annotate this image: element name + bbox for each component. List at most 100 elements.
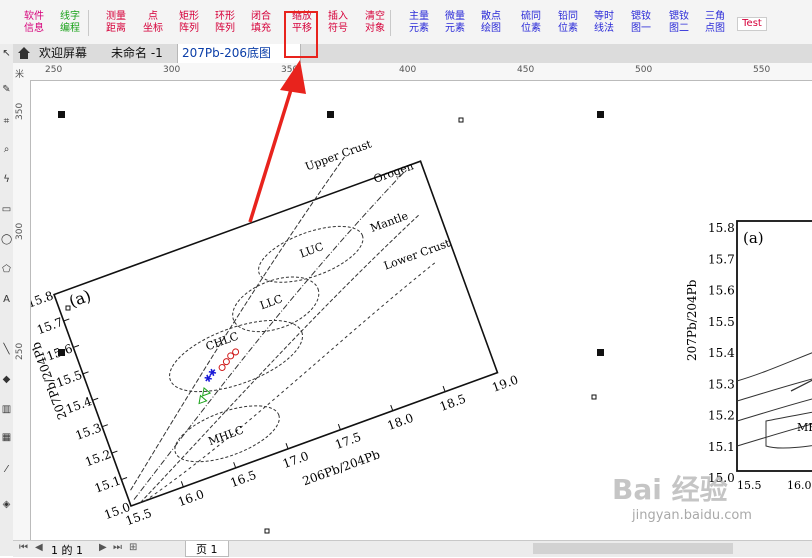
right-chart[interactable]: (a) 15.8 15.7 15.6 15.5 15.4 15.3 15.2 15.1 15.0… [669,211,812,540]
ruler-top-label: 550 [753,65,771,75]
toolbar-button-19[interactable]: Test [737,17,767,31]
y-tick-label: 15.3 [73,421,103,443]
toolbar-button-12[interactable]: 散点 绘图 [476,11,506,35]
tab-active-document[interactable]: 207Pb-206底图2.cdr [177,44,301,79]
rotation-handle-2 [458,117,464,123]
toolbar-button-5[interactable]: 环形 阵列 [210,11,240,35]
right-x-tick-1: 16.0 [787,479,812,492]
toolbox: ↖ ✎ ⌗ ⌕ ϟ ▭ ◯ ⬠ A ╲ ◆ ▥ ▦ ⁄ ◈ [0,44,14,556]
home-icon[interactable] [13,44,35,63]
toolbar-button-line1: 散点 [481,11,501,22]
toolbar-button-15[interactable]: 等时 线法 [589,11,619,35]
toolbar-button-17[interactable]: 锶钕 图二 [664,11,694,35]
toolbar-button-0[interactable]: 软件 信息 [19,11,49,35]
toolbar-button-line2: 坐标 [143,23,163,34]
toolbar-separator [88,10,89,36]
toolbar-button-line1: 主量 [409,11,429,22]
ellipse-tool-icon[interactable]: ◯ [1,234,12,245]
toolbar-button-line1: 锶钕 [669,11,689,22]
ruler-top-label: 500 [635,65,653,75]
ruler-left-label: 300 [15,222,25,240]
right-x-tick-0: 15.5 [737,479,762,492]
horizontal-ruler[interactable]: 250 300 350 400 450 500 550 米 [13,63,812,81]
crop-tool-icon[interactable]: ⌗ [1,116,12,127]
toolbar-button-line1: 等时 [594,11,614,22]
toolbar-button-line2: 元素 [445,23,465,34]
horizontal-scrollbar[interactable] [533,543,733,554]
toolbar-button-line1: 清空 [365,11,385,22]
x-tick-label: 19.0 [490,373,520,395]
toolbar-button-1[interactable]: 线字 编程 [55,11,85,35]
fill-tool-icon[interactable]: ◆ [1,374,12,385]
eyedropper-tool-icon[interactable]: ⁄ [1,464,12,475]
right-y-tick-label: 15.7 [708,252,735,266]
toolbar-button-2[interactable]: 测量 距离 [101,11,131,35]
ruler-top-label: 300 [163,65,181,75]
toolbar-separator [390,10,391,36]
right-panel-label: (a) [743,229,764,247]
freehand-tool-icon[interactable]: ϟ [1,174,12,185]
selection-handle-tl [58,111,65,118]
page-next-icon[interactable]: ▶ [99,542,107,553]
toolbar-button-11[interactable]: 微量 元素 [440,11,470,35]
toolbar-button-line2: 位素 [521,23,541,34]
selection-handle-ml [58,349,65,356]
drawing-canvas[interactable]: 15.5 16.0 16.5 17.0 17.5 18.0 18.5 19.0 15.0 15.… [31,81,812,540]
toolbar-button-9[interactable]: 清空 对象 [360,11,390,35]
dimension-tool-icon[interactable]: ╲ [1,344,12,355]
toolbar-button-line1: 插入 [328,11,348,22]
x-tick-label: 18.5 [438,392,468,414]
toolbar-button-line1: 测量 [106,11,126,22]
page-first-icon[interactable]: ⏮ [19,542,28,553]
x-tick-label: 18.0 [385,411,415,433]
toolbar-button-10[interactable]: 主量 元素 [404,11,434,35]
add-page-icon[interactable]: ⊞ [129,542,137,553]
toolbar-button-line2: 阵列 [179,23,199,34]
right-y-tick-label: 15.4 [708,346,735,360]
pattern-tool-icon[interactable]: ▦ [1,432,12,443]
toolbar-button-14[interactable]: 铅同 位素 [553,11,583,35]
y-tick-label: 15.1 [93,473,123,495]
ruler-unit: 米 [15,70,25,80]
y-tick-label: 15.2 [83,447,113,469]
rotated-chart[interactable]: 15.516.016.517.017.518.018.519.0 15.015.… [31,118,528,540]
toolbar-button-line1: 铅同 [558,11,578,22]
vertical-ruler[interactable]: 350 300 250 [13,80,31,540]
toolbar-button-8[interactable]: 插入 符号 [323,11,353,35]
right-y-tick-label: 15.5 [708,315,735,329]
page-tab[interactable]: 页 1 [185,541,229,557]
toolbar-button-3[interactable]: 点坐标 [138,11,168,35]
toolbar-button-line2: 距离 [106,23,126,34]
blend-tool-icon[interactable]: ▥ [1,404,12,415]
pick-tool-icon[interactable]: ↖ [1,48,12,59]
ruler-top-label: 350 [281,65,299,75]
right-y-tick-label: 15.3 [708,377,735,391]
toolbar-button-6[interactable]: 闭合 填充 [246,11,276,35]
rectangle-tool-icon[interactable]: ▭ [1,204,12,215]
toolbar-button-13[interactable]: 硫同 位素 [516,11,546,35]
toolbar-button-line1: 软件 [24,11,44,22]
selection-handle-tc [327,111,334,118]
toolbar-button-line2: 绘图 [481,23,501,34]
polygon-tool-icon[interactable]: ⬠ [1,264,12,275]
toolbar-button-18[interactable]: 三角 点图 [700,11,730,35]
interactive-fill-icon[interactable]: ◈ [1,499,12,510]
page-prev-icon[interactable]: ◀ [35,542,43,553]
toolbar-button-line1: 矩形 [179,11,199,22]
right-y-tick-label: 15.6 [708,284,735,298]
tab-welcome[interactable]: 欢迎屏幕 [35,44,109,63]
x-axis-label: 206Pb/204Pb [301,447,383,488]
toolbar-button-line1: 线字 [60,11,80,22]
toolbar-button-16[interactable]: 锶钕 图一 [626,11,656,35]
shape-tool-icon[interactable]: ✎ [1,84,12,95]
tab-untitled[interactable]: 未命名 -1 [107,44,177,63]
page-last-icon[interactable]: ⏭ [113,542,122,553]
zoom-tool-icon[interactable]: ⌕ [1,144,12,155]
toolbar-button-line1: 三角 [705,11,725,22]
text-tool-icon[interactable]: A [1,294,12,305]
x-tick-label: 17.5 [333,430,363,452]
toolbar-button-4[interactable]: 矩形 阵列 [174,11,204,35]
right-y-tick-label: 15.1 [708,440,735,454]
toolbar-button-7[interactable]: 缩放 平移 [287,11,317,35]
toolbar-button-line1: 缩放 [292,11,312,22]
